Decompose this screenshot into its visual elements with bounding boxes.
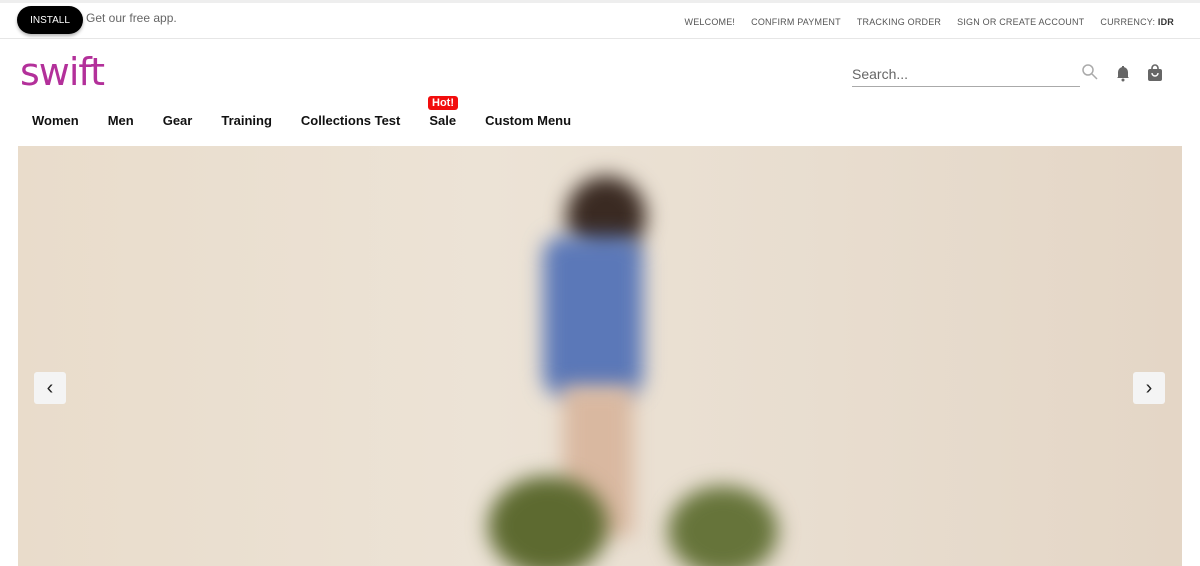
main-nav: Women Men Gear Training Collections Test… xyxy=(32,113,600,128)
carousel-prev-button[interactable]: ‹ xyxy=(34,372,66,404)
confirm-payment-link[interactable]: CONFIRM PAYMENT xyxy=(751,17,841,27)
hero-banner-image[interactable] xyxy=(18,146,1182,566)
app-promo-text: Get our free app. xyxy=(86,11,177,25)
hot-badge: Hot! xyxy=(428,96,458,110)
nav-women[interactable]: Women xyxy=(32,113,79,128)
search-input[interactable] xyxy=(852,62,1080,87)
sign-in-link[interactable]: SIGN OR CREATE ACCOUNT xyxy=(957,17,1084,27)
nav-men[interactable]: Men xyxy=(108,113,134,128)
nav-custom-menu[interactable]: Custom Menu xyxy=(485,113,571,128)
bell-icon[interactable] xyxy=(1115,65,1131,87)
nav-gear[interactable]: Gear xyxy=(163,113,193,128)
install-button[interactable]: INSTALL xyxy=(17,6,83,34)
logo[interactable]: swift xyxy=(20,50,105,94)
top-links: WELCOME! CONFIRM PAYMENT TRACKING ORDER … xyxy=(685,17,1174,27)
search-icon[interactable] xyxy=(1081,63,1098,85)
nav-collections-test[interactable]: Collections Test xyxy=(301,113,400,128)
welcome-link[interactable]: WELCOME! xyxy=(685,17,736,27)
top-bar: INSTALL Get our free app. WELCOME! CONFI… xyxy=(0,0,1200,39)
currency-label: CURRENCY: xyxy=(1100,17,1156,27)
currency-selector[interactable]: CURRENCY: IDR xyxy=(1100,17,1174,27)
carousel-next-button[interactable]: › xyxy=(1133,372,1165,404)
nav-training[interactable]: Training xyxy=(221,113,272,128)
currency-value: IDR xyxy=(1157,17,1174,27)
tracking-order-link[interactable]: TRACKING ORDER xyxy=(857,17,941,27)
nav-sale[interactable]: Sale xyxy=(429,113,456,128)
shopping-bag-icon[interactable] xyxy=(1147,64,1163,87)
